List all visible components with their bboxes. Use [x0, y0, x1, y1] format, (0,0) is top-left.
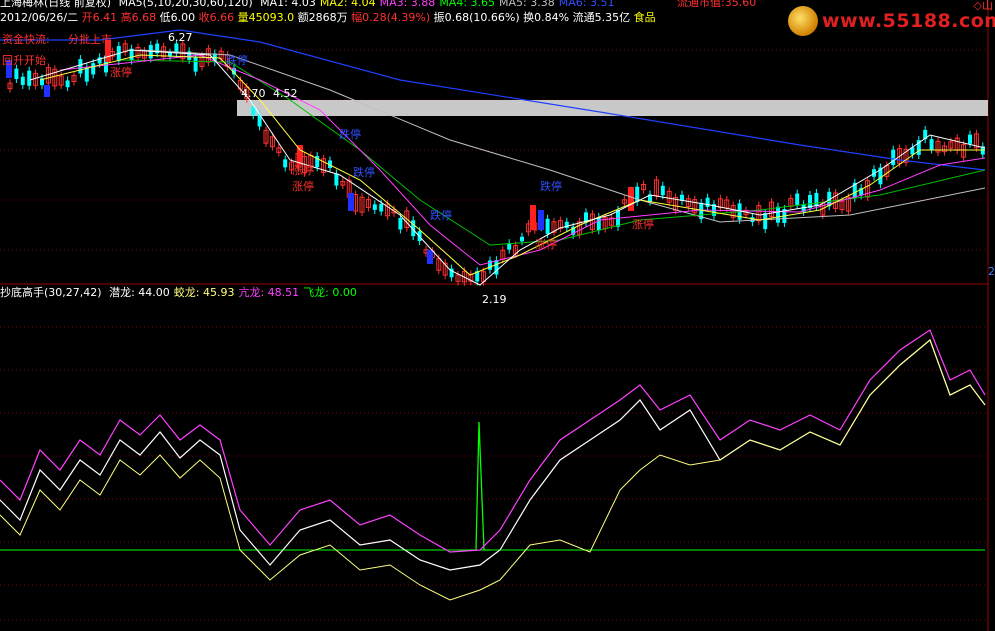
ma-value-2: MA2: 4.04	[319, 0, 376, 9]
quote-open: 开6.41	[81, 11, 118, 24]
candle-body	[596, 217, 601, 231]
logo-ball-icon	[788, 6, 818, 36]
quote-sector: 食品	[633, 11, 656, 24]
mid-price-b-label: 4.52	[273, 87, 298, 100]
quote-low: 低6.00	[159, 11, 196, 24]
limit-down-label: 跌停	[353, 166, 375, 179]
candle-body	[795, 193, 800, 205]
candle-body	[705, 197, 710, 207]
candle-body	[20, 76, 25, 85]
candle-body	[372, 204, 377, 210]
indicator-values: 潜龙: 44.00 蛟龙: 45.93 亢龙: 48.51 飞龙: 0.00	[109, 286, 361, 299]
mid-price-a-label: 4.70	[241, 87, 266, 100]
quote-amount: 额2868万	[297, 11, 348, 24]
signal-label-4: 涨停	[110, 66, 132, 79]
candle-body	[379, 203, 384, 212]
candle-body	[929, 139, 934, 150]
signal-label-3: 回升开始	[2, 54, 46, 67]
indicator-header: 抄底高手(30,27,42) 潜龙: 44.00 蛟龙: 45.93 亢龙: 48.…	[0, 286, 361, 300]
chart-header: 上海梅林(日线 前复权) MA5(5,10,20,30,60,120) MA1:…	[0, 0, 618, 9]
signal-label-1: 资金快流:	[2, 33, 50, 46]
indicator-name[interactable]: 抄底高手(30,27,42)	[0, 286, 102, 300]
candle-body	[398, 218, 403, 230]
high-price-label: 6.27	[168, 31, 193, 44]
stock-title[interactable]: 上海梅林(日线 前复权)	[0, 0, 111, 9]
quote-volume: 量45093.0	[237, 11, 295, 24]
ma1-line	[29, 49, 986, 286]
candle-body	[193, 56, 198, 72]
candle-body	[27, 70, 32, 86]
quote-turnover: 换0.84%	[523, 11, 570, 24]
indicator-value-3: 亢龙: 48.51	[238, 286, 300, 299]
quote-float: 流通5.35亿	[572, 11, 631, 24]
candle-body	[660, 185, 665, 196]
candle-body	[334, 173, 339, 186]
ma-value-3: MA3: 3.88	[379, 0, 436, 9]
signal-candle	[427, 250, 433, 264]
kanglong-line	[0, 329, 986, 553]
candle-body	[91, 63, 96, 75]
quote-close: 收6.66	[198, 11, 235, 24]
quote-high: 高6.68	[120, 11, 157, 24]
market-cap-value: 35.60	[724, 0, 757, 9]
limit-up-label: 涨停	[535, 238, 557, 251]
right-edge-mid: 2	[988, 265, 995, 278]
indicator-value-2: 蛟龙: 45.93	[173, 286, 235, 299]
limit-down-label: 跌停	[226, 54, 248, 67]
candle-body	[84, 67, 89, 82]
feilong-line	[470, 421, 490, 551]
limit-up-label: 涨停	[632, 218, 654, 231]
limit-up-label: 涨停	[292, 164, 314, 177]
market-cap-label: 流通市值:	[677, 0, 725, 9]
indicator-value-4: 飞龙: 0.00	[303, 286, 357, 299]
candle-body	[891, 149, 896, 166]
ma-value-1: MA1: 4.03	[260, 0, 316, 9]
market-cap: 流通市值:35.60	[677, 0, 756, 9]
limit-up-label: 涨停	[292, 180, 314, 193]
signal-label-2: 分批上市	[68, 33, 112, 46]
candle-body	[251, 106, 256, 116]
ma-value-4: MA4: 3.65	[439, 0, 496, 9]
signal-candle	[538, 210, 544, 230]
limit-down-label: 跌停	[339, 128, 361, 141]
candle-body	[520, 236, 524, 242]
candle-body	[776, 206, 780, 223]
candle-body	[283, 159, 288, 168]
signal-candle	[44, 85, 50, 97]
quote-change: 幅0.28(4.39%)	[351, 11, 431, 24]
candle-body	[763, 213, 768, 230]
limit-down-label: 跌停	[540, 180, 562, 193]
ma-value-6: MA6: 3.51	[558, 0, 615, 9]
site-logo: www.55188.com	[788, 6, 995, 36]
candle-body	[78, 59, 83, 74]
quote-date: 2012/06/26/二	[0, 11, 79, 24]
chart-canvas[interactable]	[0, 0, 995, 631]
candle-body	[814, 192, 819, 207]
candle-body	[750, 217, 755, 223]
ma-params[interactable]: MA5(5,10,20,30,60,120)	[119, 0, 253, 9]
candle-body	[545, 218, 550, 234]
candle-body	[14, 68, 19, 79]
ma-values: MA1: 4.03 MA2: 4.04 MA3: 3.88 MA4: 3.65 MA5:…	[260, 0, 618, 9]
ma2-line	[39, 54, 985, 276]
right-edge-top[interactable]: ◇山	[974, 0, 993, 13]
quote-amplitude: 振0.68(10.66%)	[433, 11, 520, 24]
low-price-label: 2.19	[482, 293, 507, 306]
candle-body	[968, 134, 972, 144]
quote-bar: 2012/06/26/二 开6.41 高6.68 低6.00 收6.66 量45…	[0, 11, 656, 24]
ma-value-5: MA5: 3.38	[499, 0, 555, 9]
jiaolong-line	[0, 339, 986, 601]
signal-candle	[628, 187, 634, 211]
candle-body	[65, 80, 70, 88]
signal-candle	[348, 193, 354, 211]
qianlong-line	[0, 338, 986, 571]
logo-text: www.55188.com	[822, 10, 995, 32]
signal-candle	[530, 205, 536, 230]
limit-down-label: 跌停	[430, 209, 452, 222]
indicator-value-1: 潜龙: 44.00	[109, 286, 170, 299]
